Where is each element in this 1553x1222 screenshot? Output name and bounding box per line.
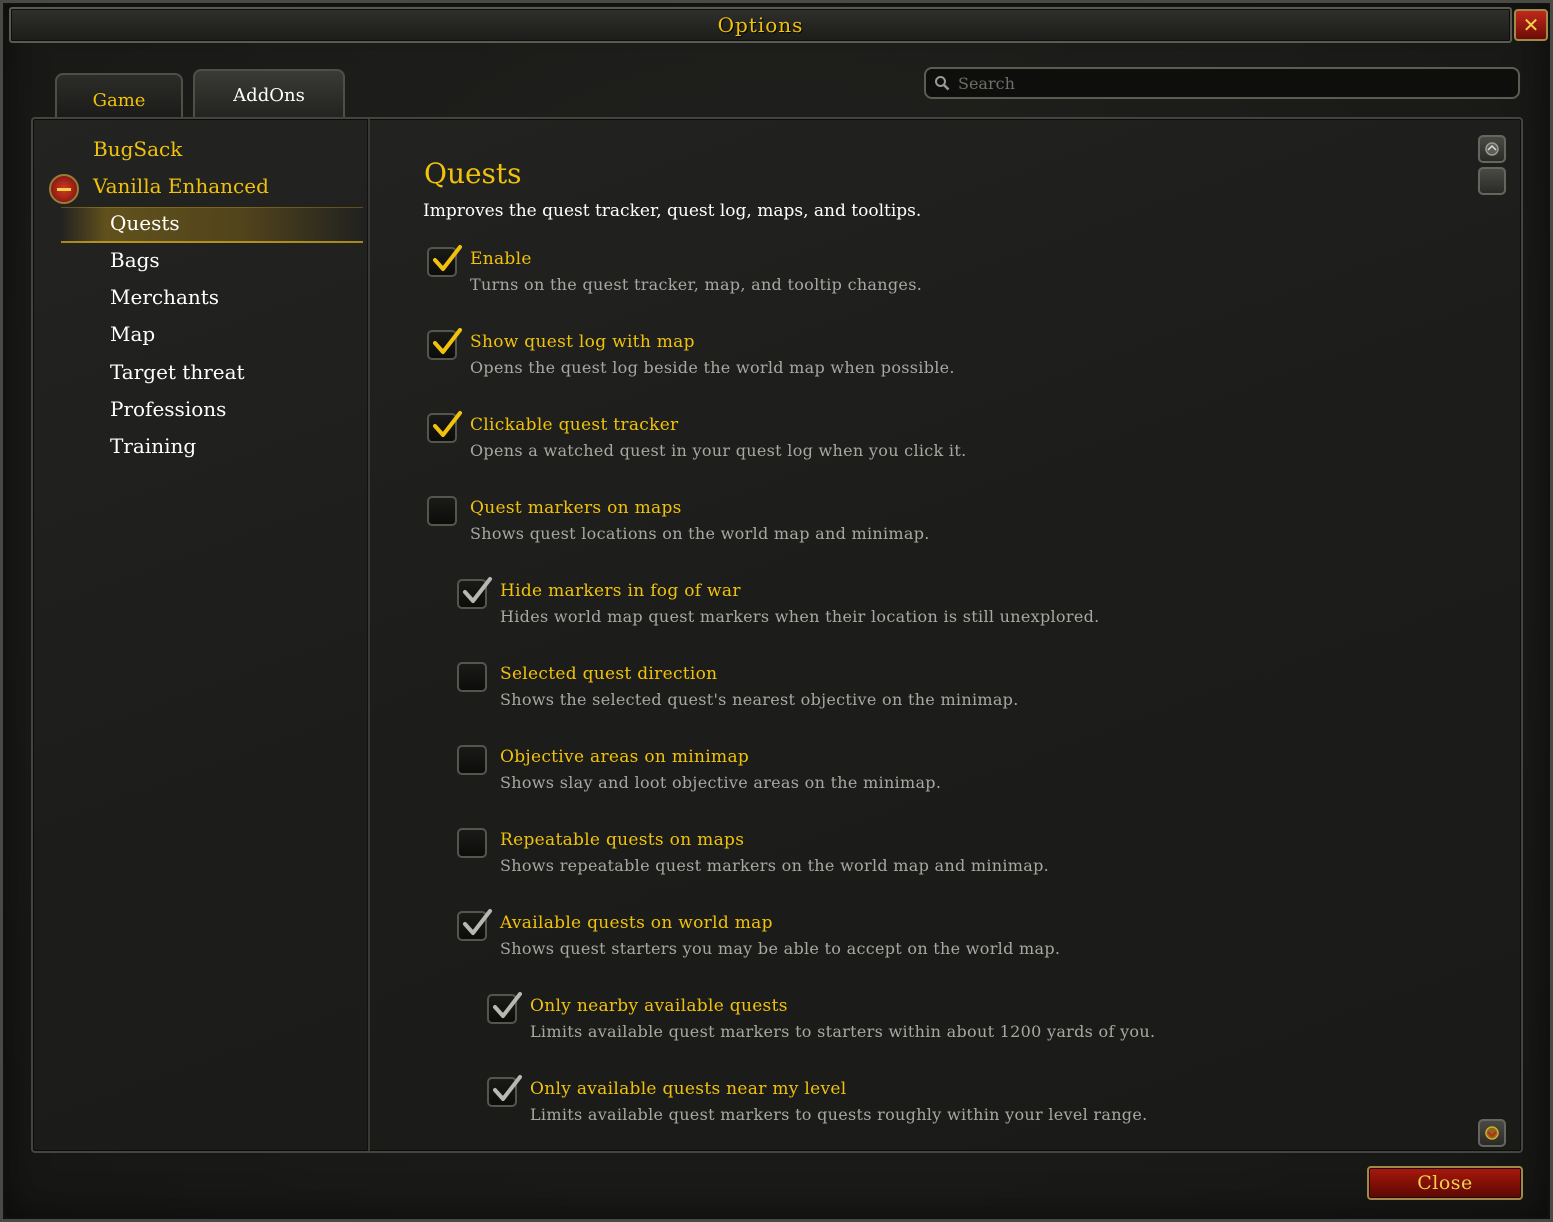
- option-description: Limits available quest markers to starte…: [530, 1022, 1156, 1041]
- selected-highlight: [61, 207, 363, 243]
- option-label[interactable]: Show quest log with map: [470, 332, 695, 352]
- scroll-up-button[interactable]: [1478, 135, 1506, 163]
- option-description: Shows the selected quest's nearest objec…: [500, 690, 1019, 709]
- sidebar-item-map[interactable]: Map: [110, 322, 155, 346]
- option-checkbox[interactable]: [427, 411, 462, 443]
- content-panel: BugSack Vanilla Enhanced Quests Bags Mer…: [31, 117, 1523, 1153]
- sidebar-item-training[interactable]: Training: [110, 434, 196, 458]
- search-input[interactable]: [958, 73, 1518, 93]
- checkmark-icon: [493, 1075, 522, 1101]
- option-checkbox[interactable]: [457, 745, 487, 775]
- option-checkbox[interactable]: [457, 909, 492, 941]
- option-label[interactable]: Only nearby available quests: [530, 996, 788, 1016]
- option-label[interactable]: Only available quests near my level: [530, 1079, 846, 1099]
- option-checkbox[interactable]: [457, 828, 487, 858]
- option-description: Shows repeatable quest markers on the wo…: [500, 856, 1050, 875]
- title-bar: Options: [9, 7, 1512, 43]
- close-button[interactable]: Close: [1367, 1166, 1523, 1200]
- sidebar-item-vanilla-enhanced[interactable]: Vanilla Enhanced: [93, 174, 269, 198]
- option-description: Limits available quest markers to quests…: [530, 1105, 1148, 1124]
- tab-addons[interactable]: AddOns: [193, 69, 345, 119]
- scroll-down-button[interactable]: [1478, 1119, 1506, 1147]
- close-icon: ✕: [1522, 13, 1540, 37]
- window-title: Options: [717, 13, 804, 37]
- option-label[interactable]: Available quests on world map: [500, 913, 773, 933]
- option-description: Shows quest starters you may be able to …: [500, 939, 1061, 958]
- option-description: Hides world map quest markers when their…: [500, 607, 1100, 626]
- section-description: Improves the quest tracker, quest log, m…: [423, 201, 922, 221]
- option-checkbox[interactable]: [487, 1075, 522, 1107]
- search-box[interactable]: [924, 67, 1520, 99]
- option-checkbox[interactable]: [457, 662, 487, 692]
- checkmark-icon: [433, 328, 462, 354]
- option-label[interactable]: Clickable quest tracker: [470, 415, 678, 435]
- sidebar-item-professions[interactable]: Professions: [110, 397, 226, 421]
- option-checkbox[interactable]: [427, 328, 462, 360]
- option-description: Turns on the quest tracker, map, and too…: [470, 275, 923, 294]
- search-icon: [926, 75, 958, 91]
- scrollbar-thumb[interactable]: [1478, 167, 1506, 195]
- option-label[interactable]: Objective areas on minimap: [500, 747, 749, 767]
- checkmark-icon: [433, 245, 462, 271]
- option-checkbox[interactable]: [427, 245, 462, 277]
- option-description: Shows quest locations on the world map a…: [470, 524, 930, 543]
- option-label[interactable]: Enable: [470, 249, 532, 269]
- sidebar-item-bugsack[interactable]: BugSack: [93, 137, 182, 161]
- option-checkbox[interactable]: [427, 496, 457, 526]
- option-description: Opens a watched quest in your quest log …: [470, 441, 967, 460]
- option-description: Opens the quest log beside the world map…: [470, 358, 955, 377]
- scroll-down-icon: [1485, 1126, 1499, 1140]
- option-label[interactable]: Selected quest direction: [500, 664, 717, 684]
- checkmark-icon: [463, 577, 492, 603]
- close-window-button[interactable]: ✕: [1514, 9, 1548, 41]
- option-label[interactable]: Quest markers on maps: [470, 498, 682, 518]
- sidebar-item-quests[interactable]: Quests: [110, 211, 180, 235]
- section-title: Quests: [424, 157, 522, 190]
- options-window: Options ✕ Game AddOns BugSack Vanilla En…: [0, 0, 1553, 1222]
- collapse-icon[interactable]: [49, 174, 79, 204]
- option-label[interactable]: Hide markers in fog of war: [500, 581, 741, 601]
- settings-main: Quests Improves the quest tracker, quest…: [370, 119, 1470, 1151]
- checkmark-icon: [433, 411, 462, 437]
- sidebar: BugSack Vanilla Enhanced Quests Bags Mer…: [33, 119, 367, 1151]
- sidebar-item-bags[interactable]: Bags: [110, 248, 160, 272]
- sidebar-item-target-threat[interactable]: Target threat: [110, 360, 245, 384]
- option-label[interactable]: Repeatable quests on maps: [500, 830, 744, 850]
- tab-game[interactable]: Game: [55, 73, 183, 119]
- option-checkbox[interactable]: [487, 992, 522, 1024]
- scroll-up-icon: [1485, 142, 1499, 156]
- option-description: Shows slay and loot objective areas on t…: [500, 773, 942, 792]
- sidebar-item-merchants[interactable]: Merchants: [110, 285, 219, 309]
- checkmark-icon: [493, 992, 522, 1018]
- checkmark-icon: [463, 909, 492, 935]
- option-checkbox[interactable]: [457, 577, 492, 609]
